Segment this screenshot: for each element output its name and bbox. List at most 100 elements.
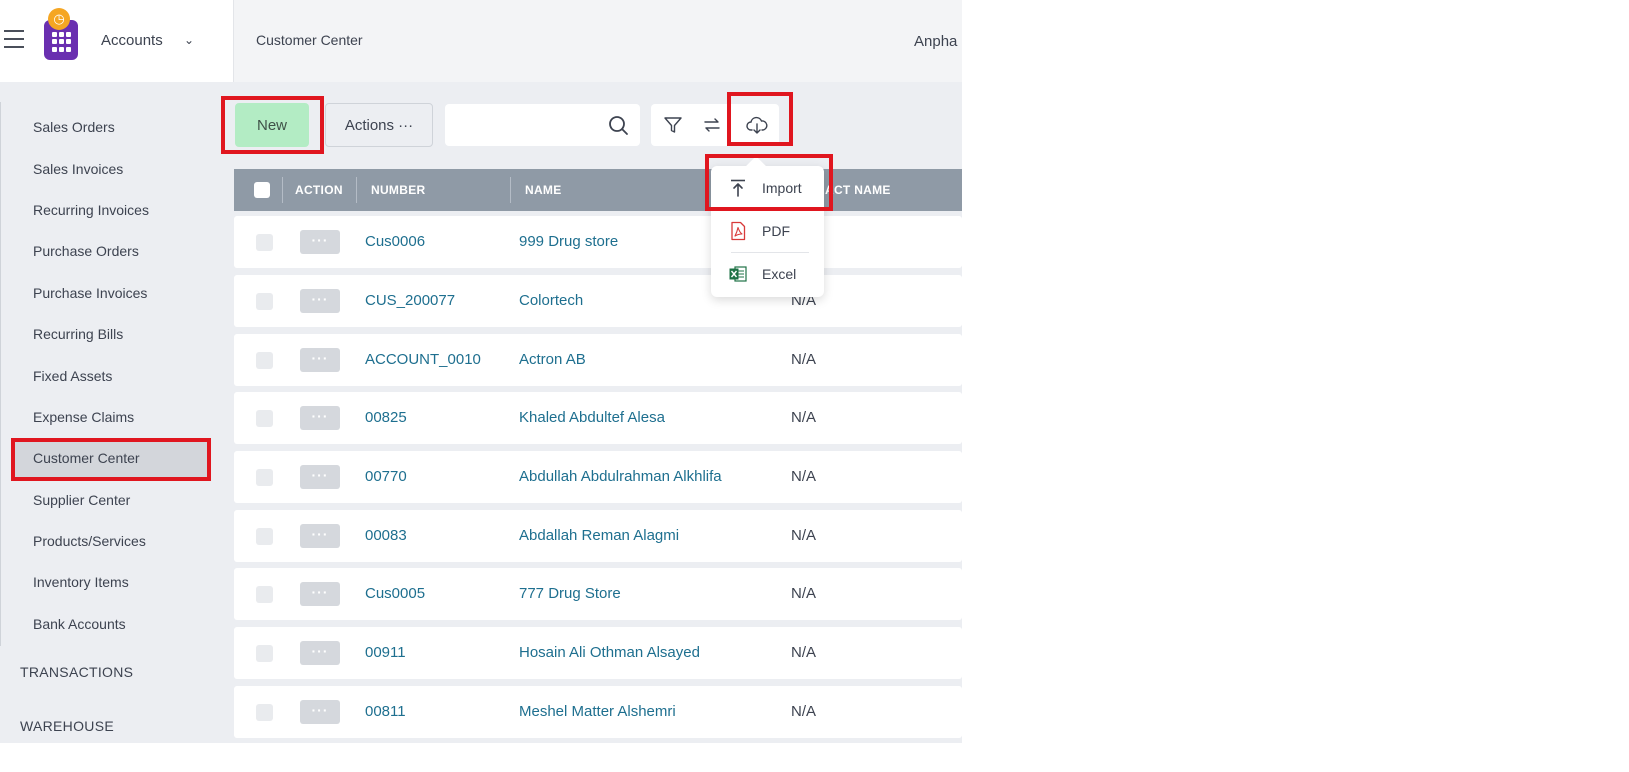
module-switcher-label[interactable]: Accounts xyxy=(101,32,163,49)
column-header-contact-name[interactable]: ACT NAME xyxy=(825,183,891,197)
customer-number-link[interactable]: 00083 xyxy=(365,527,407,544)
sidebar: Sales Orders Sales Invoices Recurring In… xyxy=(0,82,220,743)
export-dropdown-menu: Import PDF Excel xyxy=(711,166,824,297)
sidebar-item-purchase-orders[interactable]: Purchase Orders xyxy=(33,243,139,259)
company-name[interactable]: Anpha xyxy=(914,33,957,50)
table-row[interactable]: ··· CUS_200077 Colortech N/A xyxy=(234,275,962,327)
sidebar-item-bank-accounts[interactable]: Bank Accounts xyxy=(33,616,126,632)
customer-name-link[interactable]: Colortech xyxy=(519,292,583,309)
sidebar-item-fixed-assets[interactable]: Fixed Assets xyxy=(33,368,112,384)
menu-item-label: Import xyxy=(762,180,802,196)
table-row[interactable]: ··· 00825 Khaled Abdultef Alesa N/A xyxy=(234,392,962,444)
excel-icon xyxy=(729,266,747,282)
row-action-button[interactable]: ··· xyxy=(300,348,340,372)
row-checkbox[interactable] xyxy=(256,645,273,662)
row-checkbox[interactable] xyxy=(256,586,273,603)
new-button[interactable]: New xyxy=(235,103,309,147)
sidebar-item-customer-center[interactable]: Customer Center xyxy=(33,450,140,466)
customer-name-link[interactable]: Hosain Ali Othman Alsayed xyxy=(519,644,700,661)
contact-name: N/A xyxy=(791,585,817,602)
sync-button[interactable] xyxy=(692,104,732,146)
brand-area: ◷ Accounts ⌄ xyxy=(0,0,234,82)
row-action-button[interactable]: ··· xyxy=(300,524,340,548)
menu-item-pdf[interactable]: PDF xyxy=(711,211,824,251)
column-header-name[interactable]: NAME xyxy=(525,183,562,197)
customer-number-link[interactable]: Cus0006 xyxy=(365,233,425,250)
table-header: ACTION NUMBER NAME ACT NAME xyxy=(234,169,962,211)
customer-name-link[interactable]: Meshel Matter Alshemri xyxy=(519,703,676,720)
sidebar-item-recurring-bills[interactable]: Recurring Bills xyxy=(33,326,123,342)
sidebar-item-expense-claims[interactable]: Expense Claims xyxy=(33,409,134,425)
actions-button[interactable]: Actions ··· xyxy=(325,103,433,147)
row-checkbox[interactable] xyxy=(256,293,273,310)
customer-number-link[interactable]: 00770 xyxy=(365,468,407,485)
table-row[interactable]: ··· 00770 Abdullah Abdulrahman Alkhlifa … xyxy=(234,451,962,503)
row-checkbox[interactable] xyxy=(256,410,273,427)
row-action-button[interactable]: ··· xyxy=(300,289,340,313)
row-checkbox[interactable] xyxy=(256,528,273,545)
customer-number-link[interactable]: CUS_200077 xyxy=(365,292,455,309)
hamburger-menu-icon[interactable] xyxy=(4,30,24,50)
row-action-button[interactable]: ··· xyxy=(300,406,340,430)
chevron-down-icon[interactable]: ⌄ xyxy=(184,33,194,47)
sidebar-section-transactions[interactable]: TRANSACTIONS xyxy=(20,664,133,680)
column-header-action[interactable]: ACTION xyxy=(295,183,343,197)
row-checkbox[interactable] xyxy=(256,469,273,486)
row-action-button[interactable]: ··· xyxy=(300,700,340,724)
customer-number-link[interactable]: ACCOUNT_0010 xyxy=(365,351,481,368)
sidebar-item-recurring-invoices[interactable]: Recurring Invoices xyxy=(33,202,149,218)
sidebar-item-sales-orders[interactable]: Sales Orders xyxy=(33,119,115,135)
table-row[interactable]: ··· Cus0005 777 Drug Store N/A xyxy=(234,568,962,620)
search-input[interactable] xyxy=(455,112,599,140)
table-row[interactable]: ··· 00911 Hosain Ali Othman Alsayed N/A xyxy=(234,627,962,679)
menu-item-excel[interactable]: Excel xyxy=(711,254,824,294)
row-action-button[interactable]: ··· xyxy=(300,465,340,489)
customer-name-link[interactable]: Abdullah Abdulrahman Alkhlifa xyxy=(519,468,722,485)
customer-number-link[interactable]: 00911 xyxy=(365,644,406,661)
sidebar-item-supplier-center[interactable]: Supplier Center xyxy=(33,492,130,508)
select-all-checkbox[interactable] xyxy=(254,182,270,198)
table-row[interactable]: ··· 00811 Meshel Matter Alshemri N/A xyxy=(234,686,962,738)
customer-number-link[interactable]: 00811 xyxy=(365,703,406,720)
app-window: ◷ Accounts ⌄ Customer Center Anpha Sales… xyxy=(0,0,962,743)
search-icon[interactable] xyxy=(608,115,629,136)
app-logo-icon[interactable]: ◷ xyxy=(44,8,78,60)
menu-item-label: PDF xyxy=(762,223,790,239)
menu-item-import[interactable]: Import xyxy=(711,168,824,208)
table-row[interactable]: ··· ACCOUNT_0010 Actron AB N/A xyxy=(234,334,962,386)
contact-name: N/A xyxy=(791,644,817,661)
search-box xyxy=(445,104,640,146)
cloud-download-icon xyxy=(746,116,768,134)
sidebar-item-sales-invoices[interactable]: Sales Invoices xyxy=(33,161,123,177)
customer-number-link[interactable]: Cus0005 xyxy=(365,585,425,602)
row-action-button[interactable]: ··· xyxy=(300,582,340,606)
table-row[interactable]: ··· Cus0006 999 Drug store xyxy=(234,216,962,268)
row-action-button[interactable]: ··· xyxy=(300,641,340,665)
top-bar: ◷ Accounts ⌄ Customer Center Anpha xyxy=(0,0,962,82)
customer-name-link[interactable]: Abdallah Reman Alagmi xyxy=(519,527,679,544)
sidebar-item-inventory-items[interactable]: Inventory Items xyxy=(33,574,129,590)
column-header-number[interactable]: NUMBER xyxy=(371,183,425,197)
menu-item-label: Excel xyxy=(762,266,797,282)
table-row[interactable]: ··· 00083 Abdallah Reman Alagmi N/A xyxy=(234,510,962,562)
customer-name-link[interactable]: 777 Drug Store xyxy=(519,585,621,602)
customer-number-link[interactable]: 00825 xyxy=(365,409,407,426)
contact-name: N/A xyxy=(791,351,817,368)
filter-button[interactable] xyxy=(653,104,693,146)
sidebar-section-warehouse[interactable]: WAREHOUSE xyxy=(20,718,114,734)
customer-name-link[interactable]: Actron AB xyxy=(519,351,586,368)
row-checkbox[interactable] xyxy=(256,234,273,251)
breadcrumb: Customer Center xyxy=(256,32,363,48)
contact-name: N/A xyxy=(791,703,817,720)
export-button[interactable] xyxy=(737,104,777,146)
upload-icon xyxy=(731,179,745,197)
filter-icon xyxy=(664,117,682,133)
pdf-icon xyxy=(731,221,746,241)
row-checkbox[interactable] xyxy=(256,704,273,721)
sidebar-item-products-services[interactable]: Products/Services xyxy=(33,533,146,549)
row-action-button[interactable]: ··· xyxy=(300,230,340,254)
customer-name-link[interactable]: 999 Drug store xyxy=(519,233,618,250)
row-checkbox[interactable] xyxy=(256,352,273,369)
sidebar-item-purchase-invoices[interactable]: Purchase Invoices xyxy=(33,285,147,301)
customer-name-link[interactable]: Khaled Abdultef Alesa xyxy=(519,409,665,426)
